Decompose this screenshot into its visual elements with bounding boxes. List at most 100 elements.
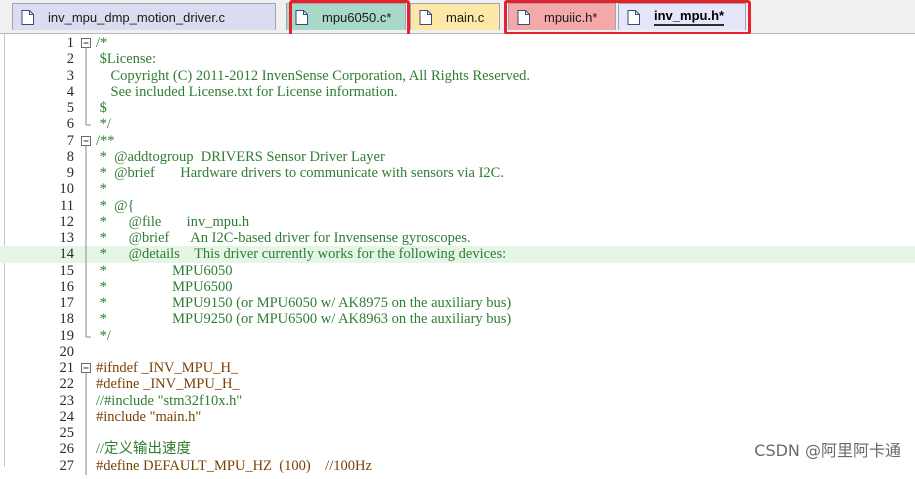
line-number: 3 xyxy=(66,67,74,84)
file-icon xyxy=(21,9,34,25)
line-number: 12 xyxy=(59,213,75,230)
tab-inv-mpu-h[interactable]: inv_mpu.h* xyxy=(618,3,746,30)
tab-label: main.c xyxy=(446,9,485,25)
line-number: 26 xyxy=(59,441,75,458)
fold-line xyxy=(80,392,92,410)
fold-line xyxy=(80,408,92,426)
code-line[interactable]: 17 * MPU9150 (or MPU6050 w/ AK8975 on th… xyxy=(0,295,915,312)
line-number: 27 xyxy=(59,457,75,474)
code-text: * MPU9150 (or MPU6050 w/ AK8975 on the a… xyxy=(96,295,512,311)
fold-line xyxy=(80,457,92,475)
code-line[interactable]: 13 * @brief An I2C-based driver for Inve… xyxy=(0,230,915,247)
fold-line xyxy=(80,67,92,85)
line-number: 24 xyxy=(59,408,75,425)
fold-line xyxy=(80,181,92,199)
fold-line xyxy=(80,148,92,166)
line-number: 4 xyxy=(66,83,74,100)
fold-line xyxy=(80,51,92,69)
tab-mpu6050-c[interactable]: mpu6050.c* xyxy=(286,3,406,30)
file-icon xyxy=(419,9,432,25)
fold-end-marker xyxy=(80,327,92,344)
line-number: 21 xyxy=(59,360,75,376)
line-number: 20 xyxy=(59,343,75,360)
code-line[interactable]: 1 /* xyxy=(0,35,915,52)
fold-collapse-icon[interactable] xyxy=(80,35,92,52)
line-number: 11 xyxy=(60,197,74,214)
code-line[interactable]: 4 See included License.txt for License i… xyxy=(0,83,915,101)
fold-line xyxy=(80,230,92,247)
code-text: #include "main.h" xyxy=(96,408,202,425)
code-text: See included License.txt for License inf… xyxy=(96,83,398,100)
line-number: 17 xyxy=(59,295,75,311)
line-number: 8 xyxy=(66,148,74,165)
code-text: $License: xyxy=(96,51,156,68)
code-line[interactable]: 18 * MPU9250 (or MPU6500 w/ AK8963 on th… xyxy=(0,311,915,329)
code-text: * MPU9250 (or MPU6500 w/ AK8963 on the a… xyxy=(96,311,512,328)
code-line[interactable]: 15 * MPU6050 xyxy=(0,262,915,280)
code-text: * @addtogroup DRIVERS Sensor Driver Laye… xyxy=(96,148,385,165)
file-icon xyxy=(627,9,640,25)
code-line[interactable]: 6 */ xyxy=(0,116,915,132)
fold-line xyxy=(80,83,92,101)
code-line[interactable]: 8 * @addtogroup DRIVERS Sensor Driver La… xyxy=(0,148,915,166)
fold-line xyxy=(80,295,92,312)
code-line[interactable]: 9 * @brief Hardware drivers to communica… xyxy=(0,165,915,182)
tab-inv-mpu-dmp-motion-driver-c[interactable]: inv_mpu_dmp_motion_driver.c xyxy=(12,3,276,30)
code-line[interactable]: 5 $ xyxy=(0,100,915,117)
fold-line xyxy=(80,165,92,182)
line-number: 5 xyxy=(66,100,74,116)
code-text: Copyright (C) 2011-2012 InvenSense Corpo… xyxy=(96,67,531,84)
code-line[interactable]: 14 * @details This driver currently work… xyxy=(0,246,915,264)
code-line[interactable]: 11 * @{ xyxy=(0,197,915,215)
code-line[interactable]: 12 * @file inv_mpu.h xyxy=(0,213,915,231)
code-line[interactable]: 19 */ xyxy=(0,327,915,344)
fold-line xyxy=(80,441,92,459)
line-number: 6 xyxy=(66,116,74,133)
code-line[interactable]: 24 #include "main.h" xyxy=(0,408,915,426)
code-line[interactable]: 7 /** xyxy=(0,132,915,150)
line-number: 7 xyxy=(66,132,74,149)
tab-label: mpuiic.h* xyxy=(544,9,598,25)
code-line[interactable]: 2 $License: xyxy=(0,51,915,69)
line-number: 9 xyxy=(66,165,74,181)
fold-line xyxy=(80,246,92,264)
fold-collapse-icon[interactable] xyxy=(80,133,92,150)
code-text: * @file inv_mpu.h xyxy=(96,213,250,230)
fold-collapse-icon[interactable] xyxy=(80,360,92,377)
tab-main-c[interactable]: main.c xyxy=(410,3,500,30)
code-line[interactable]: 20 xyxy=(0,344,915,360)
tab-mpuiic-h[interactable]: mpuiic.h* xyxy=(508,3,616,30)
code-text: * MPU6500 xyxy=(96,278,233,295)
code-line[interactable]: 21 #ifndef _INV_MPU_H_ xyxy=(0,360,915,377)
code-text: $ xyxy=(96,100,107,116)
tab-label: inv_mpu.h* xyxy=(654,8,725,26)
code-line[interactable]: 3 Copyright (C) 2011-2012 InvenSense Cor… xyxy=(0,67,915,85)
code-line[interactable]: 23 //#include "stm32f10x.h" xyxy=(0,392,915,410)
line-number: 14 xyxy=(59,246,75,263)
code-text: * @brief Hardware drivers to communicate… xyxy=(96,165,504,181)
tab-label: inv_mpu_dmp_motion_driver.c xyxy=(48,9,226,25)
fold-line xyxy=(80,425,92,442)
line-number: 23 xyxy=(59,392,75,409)
line-number: 16 xyxy=(59,278,75,295)
code-line[interactable]: 22 #define _INV_MPU_H_ xyxy=(0,376,915,394)
fold-line xyxy=(80,262,92,280)
file-icon xyxy=(517,9,530,25)
line-number: 22 xyxy=(59,376,75,393)
file-icon xyxy=(295,9,308,25)
fold-line xyxy=(80,213,92,231)
line-number: 18 xyxy=(59,311,75,328)
fold-line xyxy=(80,100,92,117)
line-number: 2 xyxy=(66,51,74,68)
code-text: #ifndef _INV_MPU_H_ xyxy=(96,360,239,376)
fold-line xyxy=(80,311,92,329)
code-line[interactable]: 10 * xyxy=(0,181,915,199)
code-line[interactable]: 16 * MPU6500 xyxy=(0,278,915,296)
code-text: */ xyxy=(96,327,111,344)
line-number: 19 xyxy=(59,327,75,344)
tab-label: mpu6050.c* xyxy=(322,9,392,25)
code-editor[interactable]: 1/* 2 $License: 3 Copyright (C) 2011-2012 … xyxy=(0,34,915,475)
fold-line xyxy=(80,278,92,296)
watermark: CSDN @阿里阿卡通 xyxy=(754,441,901,460)
code-text: //定义输出速度 xyxy=(96,441,192,458)
